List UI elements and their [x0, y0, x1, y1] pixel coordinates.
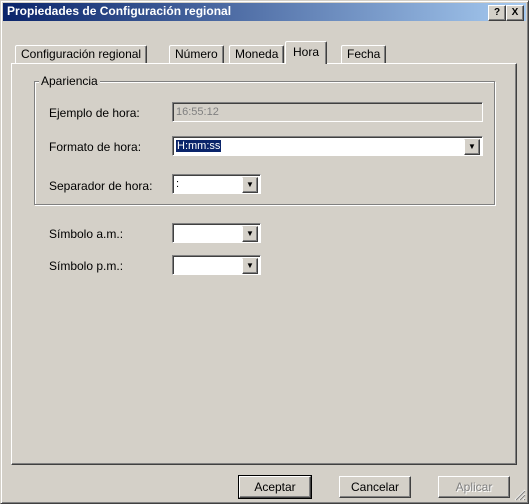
time-separator-label: Separador de hora: — [49, 179, 153, 193]
time-example-label: Ejemplo de hora: — [49, 106, 140, 120]
appearance-legend: Apariencia — [39, 74, 100, 88]
window-title: Propiedades de Configuración regional — [7, 4, 232, 18]
chevron-down-icon[interactable]: ▼ — [242, 258, 258, 274]
tab-number[interactable]: Número — [169, 45, 224, 64]
time-example-field: 16:55:12 — [172, 102, 483, 122]
tab-date[interactable]: Fecha — [341, 45, 387, 64]
properties-dialog: Propiedades de Configuración regional ? … — [0, 0, 529, 504]
tab-time[interactable]: Hora — [285, 41, 328, 64]
resize-grip-icon[interactable] — [514, 489, 526, 501]
tab-strip: Configuración regional Número Moneda Hor… — [1, 41, 528, 64]
chevron-down-icon[interactable]: ▼ — [242, 177, 258, 193]
apply-button[interactable]: Aplicar — [438, 476, 510, 498]
tab-currency[interactable]: Moneda — [229, 45, 285, 64]
time-format-combo[interactable]: H:mm:ss ▼ — [172, 136, 483, 156]
tab-regional-settings[interactable]: Configuración regional — [15, 45, 148, 64]
pm-symbol-label: Símbolo p.m.: — [49, 259, 124, 273]
chevron-down-icon[interactable]: ▼ — [242, 226, 258, 242]
help-button[interactable]: ? — [488, 5, 506, 21]
ok-button[interactable]: Aceptar — [238, 475, 312, 499]
time-separator-value: : — [176, 178, 180, 190]
am-symbol-label: Símbolo a.m.: — [49, 227, 124, 241]
time-separator-combo[interactable]: : ▼ — [172, 174, 261, 194]
pm-symbol-combo[interactable]: ▼ — [172, 255, 261, 275]
chevron-down-icon[interactable]: ▼ — [464, 139, 480, 155]
time-format-value: H:mm:ss — [176, 140, 222, 152]
cancel-button[interactable]: Cancelar — [339, 476, 411, 498]
title-bar[interactable]: Propiedades de Configuración regional ? … — [3, 3, 526, 21]
time-format-label: Formato de hora: — [49, 140, 142, 154]
close-button[interactable]: X — [506, 5, 524, 21]
am-symbol-combo[interactable]: ▼ — [172, 223, 261, 243]
